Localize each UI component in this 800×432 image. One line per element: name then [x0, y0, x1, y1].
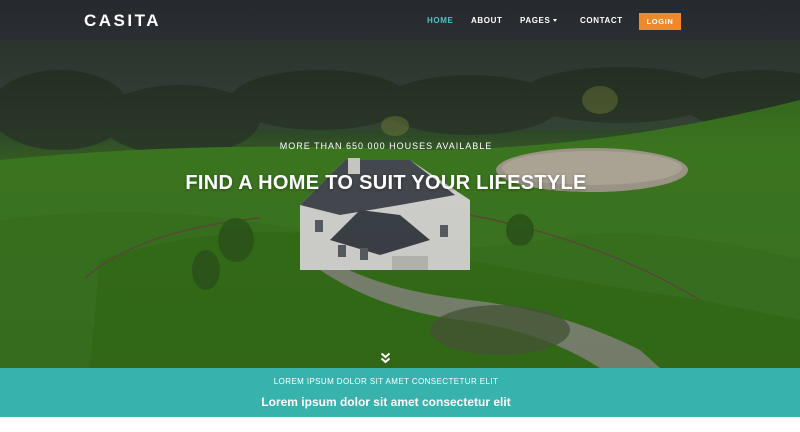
hero-headline: FIND A HOME TO SUIT YOUR LIFESTYLE	[185, 172, 587, 194]
nav-pages-dropdown[interactable]: PAGES	[520, 16, 580, 25]
nav-pages-label: PAGES	[520, 16, 551, 25]
navbar: CASITA HOME ABOUT PAGES CONTACT LOGIN	[0, 0, 800, 42]
hero-subheading: MORE THAN 650 000 HOUSES AVAILABLE	[279, 141, 493, 151]
caret-down-icon	[553, 19, 558, 22]
nav-home[interactable]: HOME	[427, 16, 471, 25]
double-chevron-down-icon[interactable]	[380, 352, 391, 364]
brand-logo[interactable]: CASITA	[84, 11, 161, 31]
banner-subtitle: LOREM IPSUM DOLOR SIT AMET CONSECTETUR E…	[273, 377, 499, 386]
info-banner: LOREM IPSUM DOLOR SIT AMET CONSECTETUR E…	[0, 368, 800, 417]
nav-about[interactable]: ABOUT	[471, 16, 520, 25]
login-button[interactable]: LOGIN	[639, 13, 681, 30]
nav-links: HOME ABOUT PAGES CONTACT	[427, 16, 638, 25]
hero-section: CASITA HOME ABOUT PAGES CONTACT LOGIN MO…	[0, 0, 800, 368]
banner-title: Lorem ipsum dolor sit amet consectetur e…	[261, 395, 511, 409]
nav-contact[interactable]: CONTACT	[580, 16, 638, 25]
